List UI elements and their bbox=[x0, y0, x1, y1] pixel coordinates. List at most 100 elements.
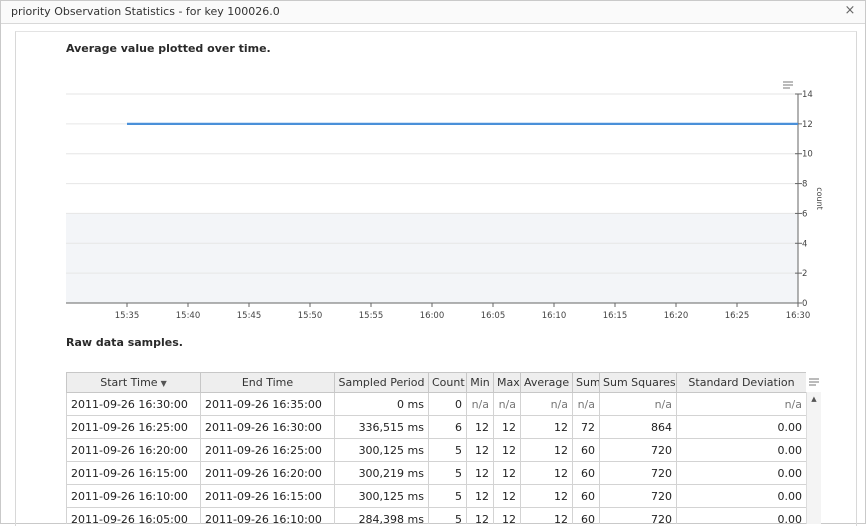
x-tick-label: 15:55 bbox=[359, 311, 384, 321]
table-cell: 60 bbox=[573, 508, 600, 525]
table-cell: 2011-09-26 16:05:00 bbox=[67, 508, 201, 525]
x-tick-label: 16:05 bbox=[481, 311, 506, 321]
table-cell: n/a bbox=[494, 393, 521, 416]
y-tick-label: 12 bbox=[802, 120, 813, 130]
column-header[interactable]: Sampled Period bbox=[335, 373, 429, 393]
y-tick-label: 0 bbox=[802, 299, 807, 309]
y-tick-label: 6 bbox=[802, 209, 807, 219]
table-cell: 60 bbox=[573, 462, 600, 485]
column-header[interactable]: Average bbox=[521, 373, 573, 393]
column-header[interactable]: Sum bbox=[573, 373, 600, 393]
column-header-label: Average bbox=[524, 376, 569, 389]
table-cell: 0.00 bbox=[677, 485, 807, 508]
line-chart: 15:3515:4015:4515:5015:5516:0016:0516:10… bbox=[0, 0, 866, 340]
table-row[interactable]: 2011-09-26 16:25:002011-09-26 16:30:0033… bbox=[67, 416, 807, 439]
table-cell: 12 bbox=[494, 508, 521, 525]
chart-menu-icon[interactable] bbox=[782, 80, 794, 90]
x-tick-label: 16:25 bbox=[725, 311, 750, 321]
table-row[interactable]: 2011-09-26 16:05:002011-09-26 16:10:0028… bbox=[67, 508, 807, 525]
table-cell: 0.00 bbox=[677, 416, 807, 439]
column-header[interactable]: Start Time ▼ bbox=[67, 373, 201, 393]
table-cell: 0 bbox=[429, 393, 467, 416]
y-tick-label: 2 bbox=[802, 269, 807, 279]
table-cell: 2011-09-26 16:15:00 bbox=[201, 485, 335, 508]
x-tick-label: 16:20 bbox=[664, 311, 689, 321]
table-cell: 12 bbox=[521, 416, 573, 439]
arrow-up-icon[interactable]: ▲ bbox=[809, 394, 819, 404]
table-row[interactable]: 2011-09-26 16:30:002011-09-26 16:35:000 … bbox=[67, 393, 807, 416]
table-cell: 2011-09-26 16:10:00 bbox=[67, 485, 201, 508]
table-cell: 0 ms bbox=[335, 393, 429, 416]
x-tick-label: 16:10 bbox=[542, 311, 567, 321]
table-cell: n/a bbox=[521, 393, 573, 416]
table-cell: 12 bbox=[494, 439, 521, 462]
y-tick-label: 14 bbox=[802, 90, 813, 100]
table-cell: 300,125 ms bbox=[335, 485, 429, 508]
y-tick-label: 10 bbox=[802, 150, 813, 160]
table-cell: 720 bbox=[600, 508, 677, 525]
x-tick-label: 16:30 bbox=[786, 311, 811, 321]
table-cell: 5 bbox=[429, 508, 467, 525]
table-cell: 12 bbox=[467, 485, 494, 508]
table-row[interactable]: 2011-09-26 16:15:002011-09-26 16:20:0030… bbox=[67, 462, 807, 485]
y-tick-label: 8 bbox=[802, 180, 807, 190]
raw-data-table: Start Time ▼ End TimeSampled Period Count Mi… bbox=[66, 372, 806, 524]
table-cell: 2011-09-26 16:15:00 bbox=[67, 462, 201, 485]
table-cell: 60 bbox=[573, 485, 600, 508]
column-header-label: Count bbox=[432, 376, 465, 389]
y-axis-label: count bbox=[815, 187, 824, 210]
table-cell: 12 bbox=[467, 508, 494, 525]
table-cell: n/a bbox=[677, 393, 807, 416]
table-cell: 5 bbox=[429, 485, 467, 508]
column-header[interactable]: Count bbox=[429, 373, 467, 393]
column-header-label: Sampled Period bbox=[338, 376, 424, 389]
table-cell: 12 bbox=[521, 439, 573, 462]
table-cell: 2011-09-26 16:30:00 bbox=[201, 416, 335, 439]
x-tick-label: 15:45 bbox=[237, 311, 262, 321]
table-cell: 12 bbox=[521, 485, 573, 508]
table-cell: 12 bbox=[494, 462, 521, 485]
table-cell: 0.00 bbox=[677, 508, 807, 525]
table-scrollbar[interactable]: ▲ bbox=[806, 392, 821, 524]
table-cell: 0.00 bbox=[677, 439, 807, 462]
y-tick-label: 4 bbox=[802, 239, 807, 249]
table-cell: 12 bbox=[467, 416, 494, 439]
table-cell: n/a bbox=[600, 393, 677, 416]
table-cell: 5 bbox=[429, 439, 467, 462]
table-cell: 0.00 bbox=[677, 462, 807, 485]
table-cell: 12 bbox=[494, 416, 521, 439]
column-header-label: Standard Deviation bbox=[688, 376, 794, 389]
column-header-label: Max bbox=[497, 376, 520, 389]
raw-data-grid: Start Time ▼ End TimeSampled Period Count Mi… bbox=[66, 372, 806, 524]
x-axis: 15:3515:4015:4515:5015:5516:0016:0516:10… bbox=[115, 303, 811, 321]
table-cell: 2011-09-26 16:25:00 bbox=[67, 416, 201, 439]
table-cell: 720 bbox=[600, 485, 677, 508]
column-header-label: Min bbox=[470, 376, 490, 389]
sort-descending-icon: ▼ bbox=[161, 379, 167, 388]
table-cell: 300,125 ms bbox=[335, 439, 429, 462]
column-header-label: Start Time bbox=[100, 376, 157, 389]
table-cell: 864 bbox=[600, 416, 677, 439]
x-tick-label: 15:35 bbox=[115, 311, 140, 321]
table-cell: n/a bbox=[467, 393, 494, 416]
column-header[interactable]: Min bbox=[467, 373, 494, 393]
column-header[interactable]: Standard Deviation bbox=[677, 373, 807, 393]
column-header[interactable]: Max bbox=[494, 373, 521, 393]
table-cell: 12 bbox=[467, 462, 494, 485]
table-cell: 12 bbox=[467, 439, 494, 462]
grid-menu-icon[interactable] bbox=[808, 377, 820, 387]
table-cell: 300,219 ms bbox=[335, 462, 429, 485]
table-cell: 720 bbox=[600, 462, 677, 485]
table-row[interactable]: 2011-09-26 16:10:002011-09-26 16:15:0030… bbox=[67, 485, 807, 508]
table-cell: 720 bbox=[600, 439, 677, 462]
column-header[interactable]: Sum Squares bbox=[600, 373, 677, 393]
table-cell: 2011-09-26 16:20:00 bbox=[201, 462, 335, 485]
table-row[interactable]: 2011-09-26 16:20:002011-09-26 16:25:0030… bbox=[67, 439, 807, 462]
table-header-row: Start Time ▼ End TimeSampled Period Count Mi… bbox=[67, 373, 807, 393]
table-cell: 6 bbox=[429, 416, 467, 439]
column-header[interactable]: End Time bbox=[201, 373, 335, 393]
x-tick-label: 16:15 bbox=[603, 311, 628, 321]
column-header-label: Sum bbox=[576, 376, 600, 389]
plot-lower-band bbox=[66, 213, 798, 303]
table-cell: 12 bbox=[521, 462, 573, 485]
